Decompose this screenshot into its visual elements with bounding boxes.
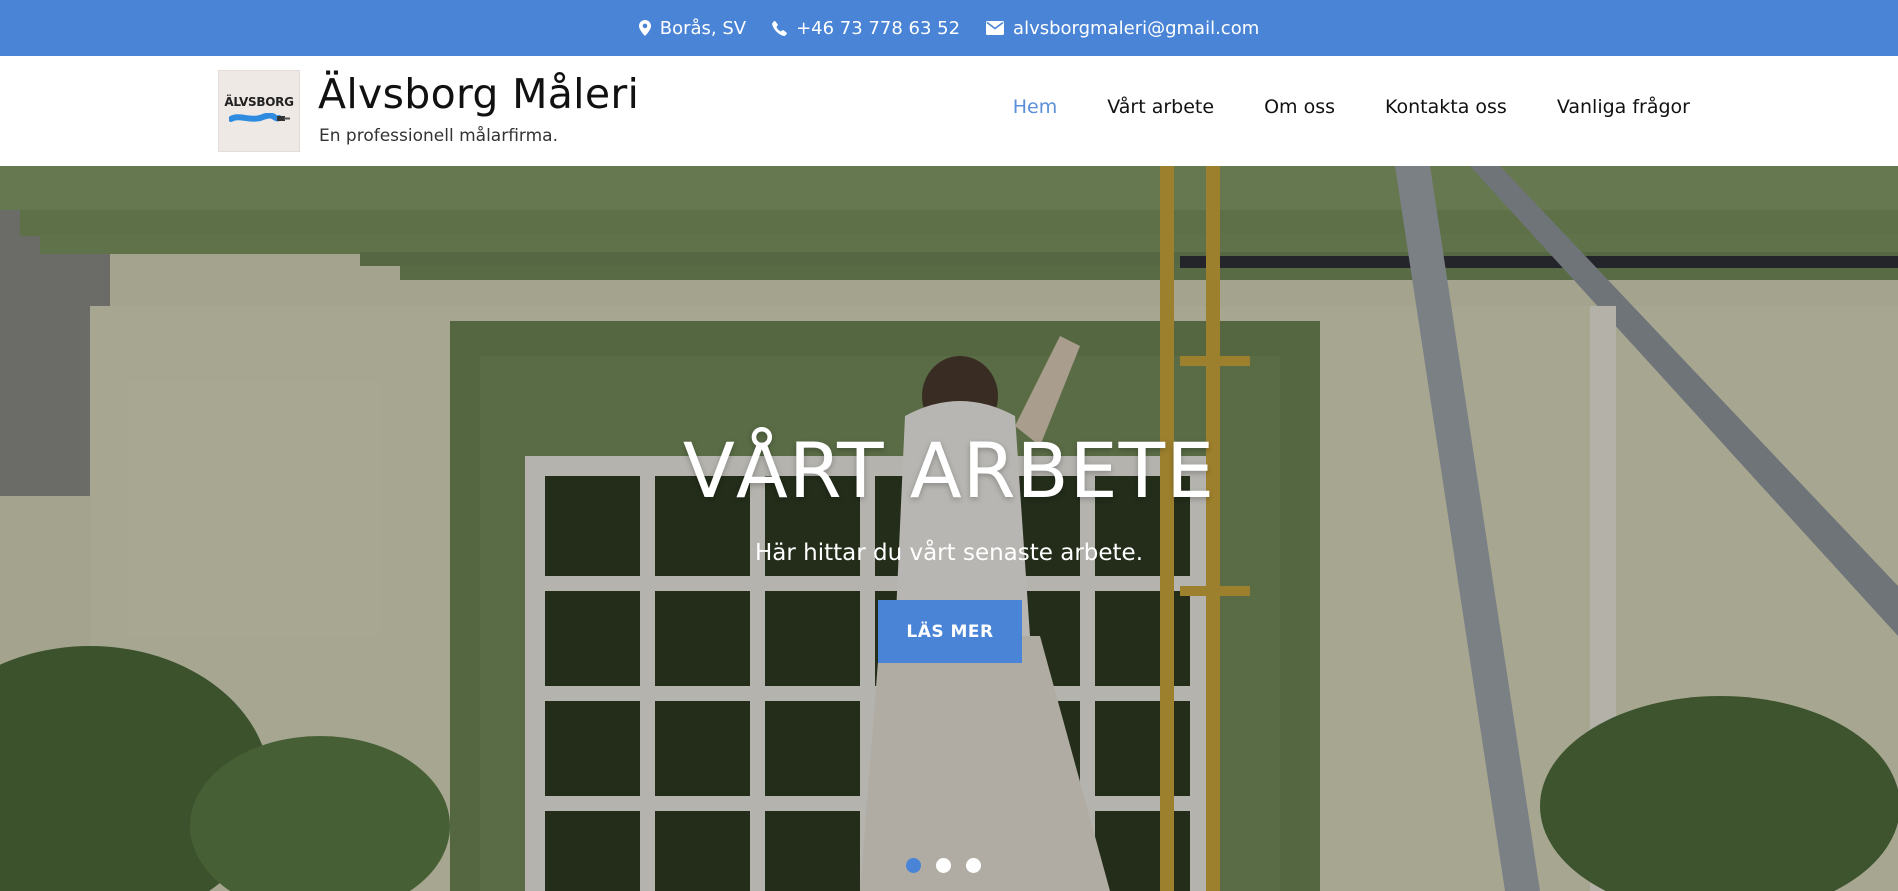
envelope-icon bbox=[986, 21, 1005, 35]
map-pin-icon bbox=[638, 20, 651, 36]
nav-item-kontakta-oss[interactable]: Kontakta oss bbox=[1385, 96, 1507, 118]
logo-wordmark: ÄLVSBORG bbox=[224, 95, 294, 109]
hero-slider: VÅRT ARBETE Här hittar du vårt senaste a… bbox=[0, 166, 1898, 891]
hero-subtitle: Här hittar du vårt senaste arbete. bbox=[754, 540, 1144, 566]
paint-brush-stroke-icon bbox=[229, 113, 290, 122]
phone-text[interactable]: +46 73 778 63 52 bbox=[796, 18, 960, 39]
main-navigation: Hem Vårt arbete Om oss Kontakta oss Vanl… bbox=[1013, 96, 1690, 118]
phone-icon bbox=[772, 20, 787, 36]
slider-dot-3[interactable] bbox=[966, 858, 981, 873]
nav-item-vanliga-fragor[interactable]: Vanliga frågor bbox=[1557, 96, 1690, 118]
phone-item[interactable]: +46 73 778 63 52 bbox=[772, 18, 960, 39]
location-text: Borås, SV bbox=[659, 17, 747, 39]
read-more-button[interactable]: LÄS MER bbox=[878, 600, 1022, 663]
email-item[interactable]: alvsborgmaleri@gmail.com bbox=[986, 18, 1259, 39]
site-logo[interactable]: ÄLVSBORG bbox=[218, 70, 300, 152]
site-title[interactable]: Älvsborg Måleri bbox=[318, 70, 639, 118]
site-tagline: En professionell målarfirma. bbox=[319, 126, 558, 146]
location-item: Borås, SV bbox=[638, 17, 747, 39]
site-header: ÄLVSBORG Älvsborg Måleri En professionel… bbox=[0, 56, 1898, 166]
nav-item-om-oss[interactable]: Om oss bbox=[1264, 96, 1335, 118]
hero-title: VÅRT ARBETE bbox=[682, 426, 1216, 515]
slider-dot-2[interactable] bbox=[936, 858, 951, 873]
nav-item-hem[interactable]: Hem bbox=[1013, 96, 1058, 118]
slider-dot-1[interactable] bbox=[906, 858, 921, 873]
slider-pagination bbox=[906, 858, 981, 873]
top-contact-bar: Borås, SV +46 73 778 63 52 alvsborgmaler… bbox=[0, 0, 1898, 56]
hero-overlay bbox=[0, 166, 1898, 891]
nav-item-vart-arbete[interactable]: Vårt arbete bbox=[1107, 96, 1214, 118]
email-text[interactable]: alvsborgmaleri@gmail.com bbox=[1013, 18, 1259, 39]
